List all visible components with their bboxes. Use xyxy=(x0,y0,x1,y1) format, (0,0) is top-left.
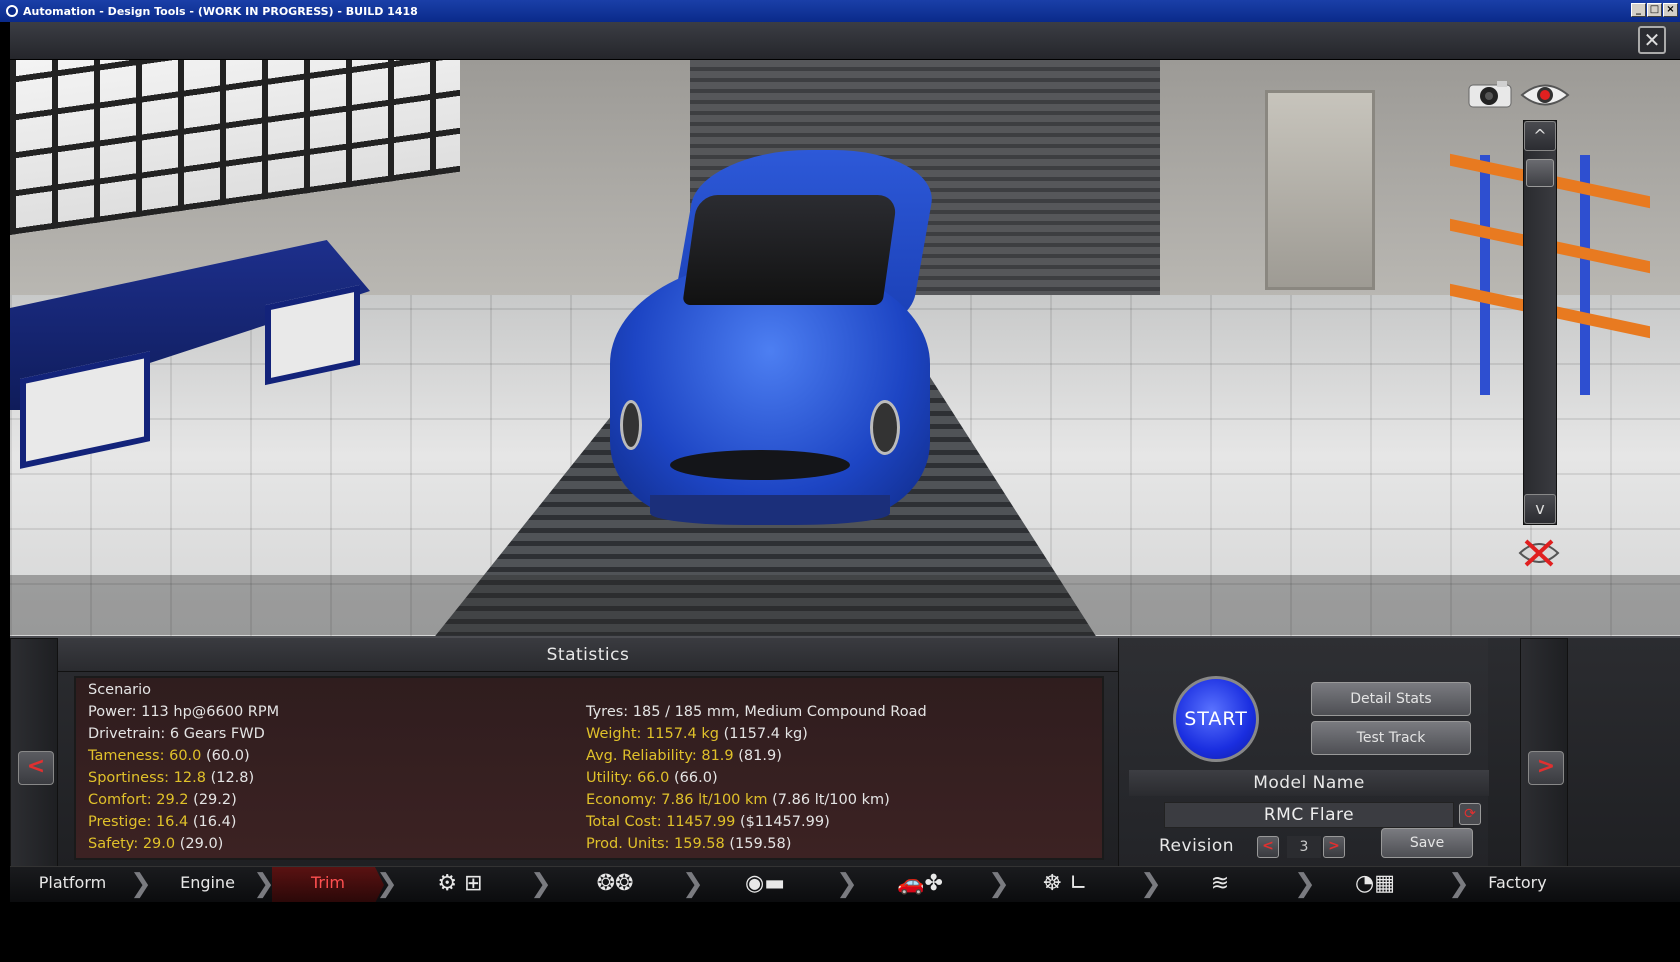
camera-zoom-scrollbar[interactable]: ^ v xyxy=(1523,120,1557,525)
save-button[interactable]: Save xyxy=(1381,828,1473,858)
right-nav-column: > xyxy=(1520,638,1568,868)
scroll-down-button[interactable]: v xyxy=(1524,494,1556,524)
scroll-thumb[interactable] xyxy=(1526,159,1554,187)
car-headlight xyxy=(620,400,642,450)
close-designer-button[interactable]: ✕ xyxy=(1638,26,1666,54)
maximize-button[interactable]: □ xyxy=(1647,3,1662,17)
car-headlight xyxy=(870,400,900,455)
window-title: Automation - Design Tools - (WORK IN PRO… xyxy=(23,4,418,18)
actions-panel: START Detail Stats Test Track Model Name… xyxy=(1118,638,1489,868)
stat-safety: Safety: 29.0 (29.0) xyxy=(88,836,224,852)
chevron-right-icon: ❯ xyxy=(530,869,552,899)
suspension-icon[interactable]: ≋ xyxy=(1200,871,1240,899)
chevron-right-icon: ❯ xyxy=(253,869,275,899)
window-close-button[interactable]: × xyxy=(1663,3,1678,17)
testing-icon[interactable]: ◔▦ xyxy=(1335,871,1415,899)
detail-stats-button[interactable]: Detail Stats xyxy=(1311,682,1471,716)
stat-drivetrain: Drivetrain: 6 Gears FWD xyxy=(88,726,265,742)
design-panel: < Statistics Scenario Power: 113 hp@6600… xyxy=(10,636,1680,868)
test-track-button[interactable]: Test Track xyxy=(1311,721,1471,755)
app-icon xyxy=(6,5,18,17)
car-3d-viewport[interactable]: ^ v xyxy=(10,60,1680,680)
gearbox-icon[interactable]: ⚙ ⊞ xyxy=(420,871,500,899)
stat-power: Power: 113 hp@6600 RPM xyxy=(88,704,280,720)
stat-reliability: Avg. Reliability: 81.9 (81.9) xyxy=(586,748,782,764)
refresh-name-icon[interactable]: ⟳ xyxy=(1459,803,1481,825)
chevron-right-icon: ❯ xyxy=(1294,869,1316,899)
tab-platform[interactable]: Platform xyxy=(10,867,135,903)
next-page-button[interactable]: > xyxy=(1528,751,1564,785)
stat-utility: Utility: 66.0 (66.0) xyxy=(586,770,718,786)
shelf-post xyxy=(1480,155,1490,395)
revision-prev-button[interactable]: < xyxy=(1257,836,1279,858)
reset-view-icon[interactable] xyxy=(1516,535,1562,571)
chevron-right-icon: ❯ xyxy=(1140,869,1162,899)
window-controls: _ □ × xyxy=(1631,3,1678,17)
tab-engine[interactable]: Engine xyxy=(150,867,265,903)
stat-prod-units: Prod. Units: 159.58 (159.58) xyxy=(586,836,792,852)
designer-header: ✕ xyxy=(10,22,1680,60)
revision-value: 3 xyxy=(1287,836,1321,858)
stat-tameness: Tameness: 60.0 (60.0) xyxy=(88,748,250,764)
garage-door xyxy=(1265,90,1375,290)
stat-prestige: Prestige: 16.4 (16.4) xyxy=(88,814,237,830)
stat-scenario: Scenario xyxy=(88,682,152,698)
stat-total-cost: Total Cost: 11457.99 ($11457.99) xyxy=(586,814,830,830)
start-button[interactable]: START xyxy=(1173,676,1259,762)
car-bumper xyxy=(650,495,890,525)
stat-tyres: Tyres: 185 / 185 mm, Medium Compound Roa… xyxy=(586,704,927,720)
car-model xyxy=(610,150,960,580)
body-aero-icon[interactable]: 🚗✤ xyxy=(855,871,985,899)
statistics-box: Scenario Power: 113 hp@6600 RPM Drivetra… xyxy=(74,676,1104,860)
model-name-label: Model Name xyxy=(1129,770,1489,796)
stat-economy: Economy: 7.86 lt/100 km (7.86 lt/100 km) xyxy=(586,792,890,808)
revision-label: Revision xyxy=(1159,836,1235,856)
left-nav-column: < xyxy=(10,638,58,868)
designer-tabbar: Platform ❯ Engine ❯ Trim ❯ ⚙ ⊞ ❯ ❂❂ ❯ ◉▬… xyxy=(10,866,1680,903)
statistics-title: Statistics xyxy=(58,638,1118,672)
tab-trim[interactable]: Trim xyxy=(272,867,384,903)
scroll-up-button[interactable]: ^ xyxy=(1524,121,1556,151)
eye-icon[interactable] xyxy=(1520,80,1570,110)
stat-sportiness: Sportiness: 12.8 (12.8) xyxy=(88,770,255,786)
camera-icon[interactable] xyxy=(1467,79,1515,109)
stat-weight: Weight: 1157.4 kg (1157.4 kg) xyxy=(586,726,808,742)
steering-seat-icon[interactable]: ☸ ∟ xyxy=(1030,871,1100,899)
tab-factory[interactable]: Factory xyxy=(1460,867,1575,903)
prev-page-button[interactable]: < xyxy=(18,751,54,785)
chevron-right-icon: ❯ xyxy=(988,869,1010,899)
revision-next-button[interactable]: > xyxy=(1323,836,1345,858)
brakes-body-icon[interactable]: ◉▬ xyxy=(725,871,805,899)
viewport-shade xyxy=(10,575,1680,635)
window-titlebar: Automation - Design Tools - (WORK IN PRO… xyxy=(0,0,1680,22)
chevron-right-icon: ❯ xyxy=(682,869,704,899)
car-windshield xyxy=(682,195,898,305)
desktop-background xyxy=(0,902,1680,962)
minimize-button[interactable]: _ xyxy=(1631,3,1646,17)
chevron-right-icon: ❯ xyxy=(376,869,398,899)
wheels-icon[interactable]: ❂❂ xyxy=(580,871,650,899)
model-name-field[interactable]: RMC Flare xyxy=(1164,802,1454,828)
stat-comfort: Comfort: 29.2 (29.2) xyxy=(88,792,237,808)
chevron-right-icon: ❯ xyxy=(130,869,152,899)
car-grille xyxy=(670,450,850,480)
